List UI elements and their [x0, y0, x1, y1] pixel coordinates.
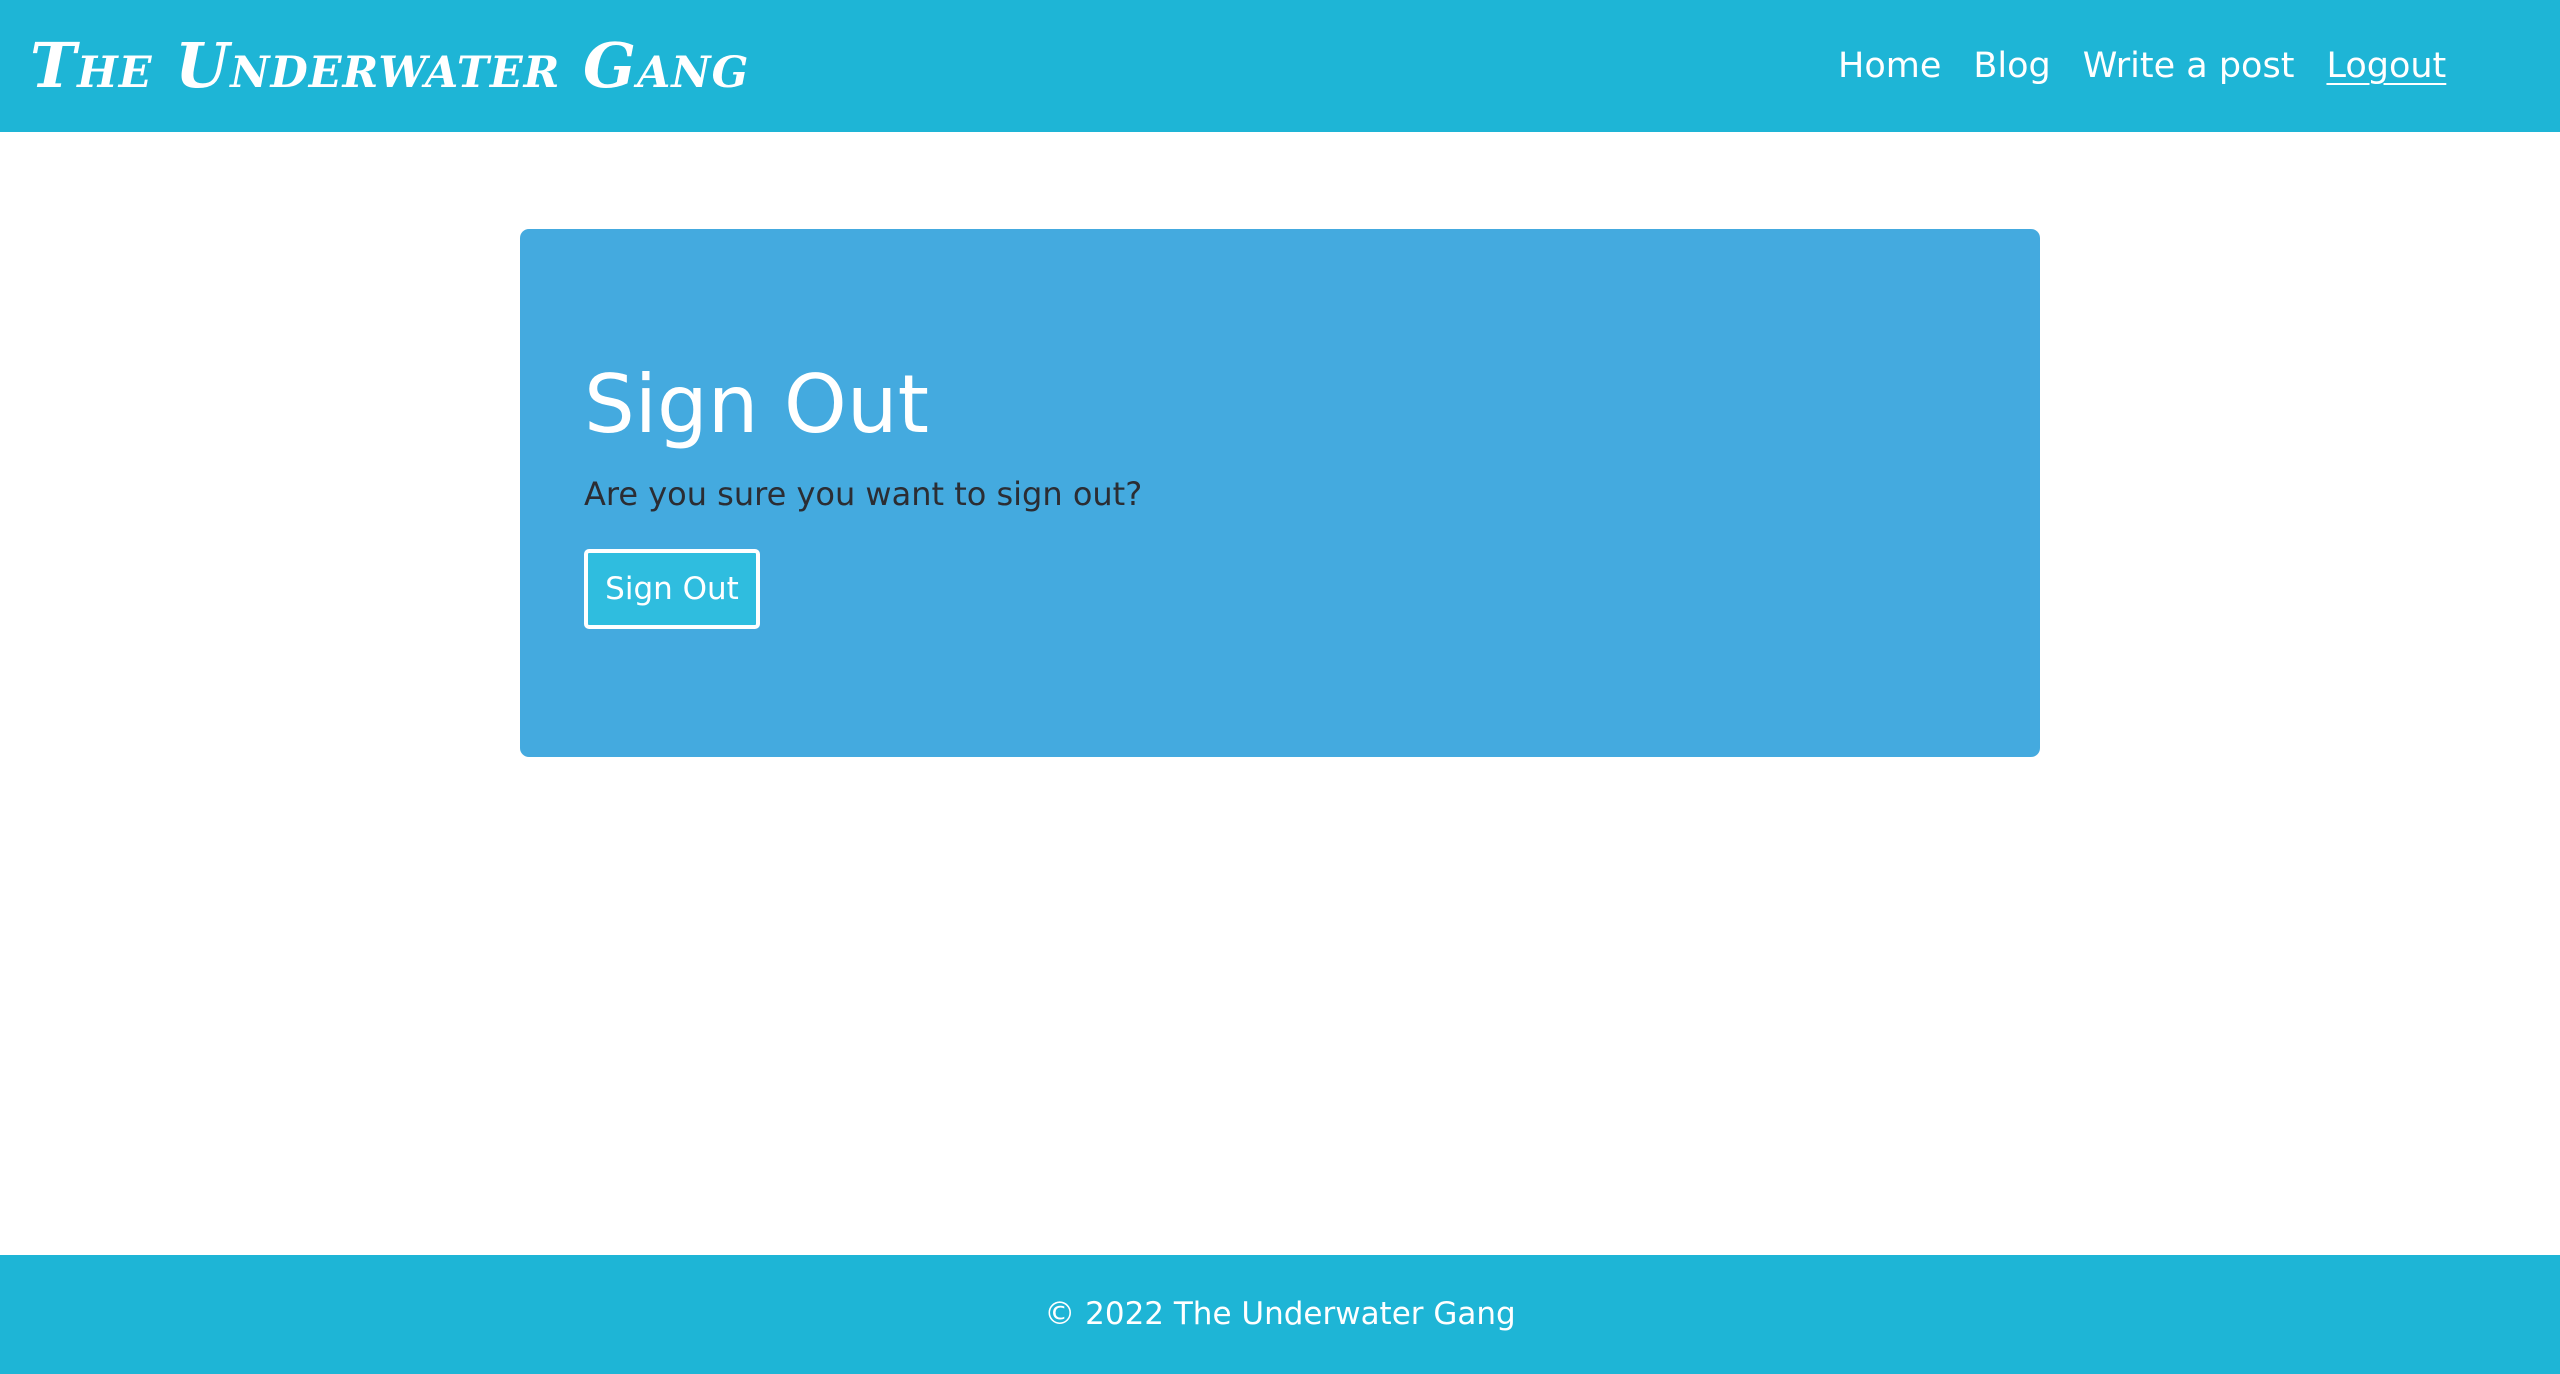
page: The Underwater Gang Home Blog Write a po…	[0, 0, 2560, 1374]
sign-out-confirmation-text: Are you sure you want to sign out?	[584, 475, 1143, 513]
footer-copyright: © 2022 The Underwater Gang	[1044, 1296, 1516, 1332]
main-nav: Home Blog Write a post Logout	[1838, 34, 2446, 98]
nav-link-write-post[interactable]: Write a post	[2083, 34, 2295, 98]
nav-link-home[interactable]: Home	[1838, 34, 1941, 98]
sign-out-button[interactable]: Sign Out	[584, 549, 760, 629]
page-title: Sign Out	[584, 358, 929, 451]
site-brand-link[interactable]: The Underwater Gang	[30, 24, 749, 108]
navbar: The Underwater Gang Home Blog Write a po…	[0, 0, 2560, 132]
sign-out-card: Sign Out Are you sure you want to sign o…	[520, 229, 2040, 757]
footer: © 2022 The Underwater Gang	[0, 1255, 2560, 1374]
nav-link-logout[interactable]: Logout	[2326, 34, 2446, 98]
nav-link-blog[interactable]: Blog	[1973, 34, 2050, 98]
